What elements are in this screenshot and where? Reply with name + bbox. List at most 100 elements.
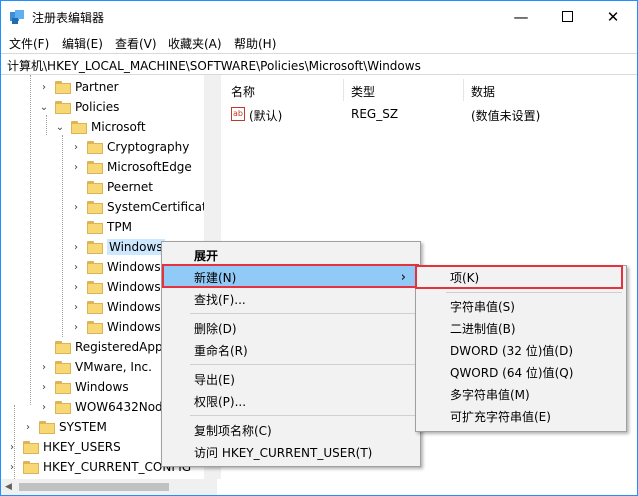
string-value-icon: ab xyxy=(231,107,245,121)
registry-editor-window: 注册表编辑器 — ✕ 文件(F) 编辑(E) 查看(V) 收藏夹(A) 帮助(H… xyxy=(0,0,638,496)
menu-item-find[interactable]: 查找(F)... xyxy=(162,288,418,310)
chevron-right-icon[interactable]: › xyxy=(69,302,83,313)
minimize-icon: — xyxy=(513,7,529,26)
tree-horizontal-scrollbar[interactable]: ◀ xyxy=(1,479,217,495)
menu-view[interactable]: 查看(V) xyxy=(115,35,157,52)
context-menu: 展开 新建(N) › 查找(F)... 删除(D) 重命名(R) 导出(E) 权… xyxy=(161,241,421,467)
tree-node-policies[interactable]: ⌄ Policies xyxy=(37,97,120,117)
tree-node-windows[interactable]: › Windows xyxy=(69,277,161,297)
address-bar[interactable]: 计算机\HKEY_LOCAL_MACHINE\SOFTWARE\Policies… xyxy=(1,53,637,75)
folder-icon xyxy=(23,440,39,454)
folder-icon xyxy=(55,80,71,94)
address-path[interactable]: 计算机\HKEY_LOCAL_MACHINE\SOFTWARE\Policies… xyxy=(7,57,421,74)
folder-icon xyxy=(55,100,71,114)
folder-icon xyxy=(55,360,71,374)
chevron-right-icon[interactable]: › xyxy=(69,322,83,333)
submenu-item-string[interactable]: 字符串值(S) xyxy=(416,295,624,317)
folder-icon xyxy=(87,140,103,154)
tree-node-windows[interactable]: › Windows xyxy=(69,297,161,317)
menu-item-permissions[interactable]: 权限(P)... xyxy=(162,390,418,412)
chevron-right-icon[interactable]: › xyxy=(21,422,35,433)
folder-icon xyxy=(87,160,103,174)
tree-node-vmware[interactable]: › VMware, Inc. xyxy=(37,357,152,377)
tree-node-system[interactable]: › SYSTEM xyxy=(21,417,107,437)
value-data: (数值未设置) xyxy=(471,109,541,123)
chevron-right-icon[interactable]: › xyxy=(69,142,83,153)
chevron-right-icon[interactable]: › xyxy=(5,462,19,473)
close-icon: ✕ xyxy=(606,7,620,26)
column-header-type[interactable]: 类型 xyxy=(351,83,375,100)
chevron-right-icon[interactable]: › xyxy=(37,82,51,93)
tree-node-microsoftedge[interactable]: › MicrosoftEdge xyxy=(69,157,192,177)
minimize-button[interactable]: — xyxy=(498,1,544,32)
column-header-data[interactable]: 数据 xyxy=(471,83,495,100)
tree-node-windows[interactable]: › Windows xyxy=(69,257,161,277)
menu-help[interactable]: 帮助(H) xyxy=(234,35,276,52)
menu-item-expand[interactable]: 展开 xyxy=(162,244,418,266)
tree-node-tpm[interactable]: TPM xyxy=(69,217,132,237)
scroll-thumb[interactable] xyxy=(19,483,169,491)
tree-node-cryptography[interactable]: › Cryptography xyxy=(69,137,189,157)
menu-item-goto-hkcu[interactable]: 访问 HKEY_CURRENT_USER(T) xyxy=(162,441,418,463)
chevron-right-icon[interactable]: › xyxy=(5,442,19,453)
tree-node-wow6432node[interactable]: › WOW6432Node xyxy=(37,397,170,417)
submenu-item-multi-string[interactable]: 多字符串值(M) xyxy=(416,383,624,405)
menu-item-new[interactable]: 新建(N) › xyxy=(162,266,418,288)
folder-icon xyxy=(55,340,71,354)
folder-icon xyxy=(87,180,103,194)
folder-icon xyxy=(87,260,103,274)
submenu-item-expandable-string[interactable]: 可扩充字符串值(E) xyxy=(416,405,624,427)
menu-item-copy-key-name[interactable]: 复制项名称(C) xyxy=(162,419,418,441)
folder-icon xyxy=(23,460,39,474)
chevron-right-icon[interactable]: › xyxy=(37,402,51,413)
chevron-right-icon[interactable]: › xyxy=(69,202,83,213)
registry-app-icon xyxy=(10,10,24,24)
folder-icon xyxy=(87,220,103,234)
value-row[interactable]: ab (默认) REG_SZ (数值未设置) xyxy=(221,105,637,125)
chevron-right-icon[interactable]: › xyxy=(69,282,83,293)
tree-node-partner[interactable]: › Partner xyxy=(37,77,119,97)
menu-favorites[interactable]: 收藏夹(A) xyxy=(168,35,222,52)
chevron-right-icon[interactable]: › xyxy=(69,262,83,273)
folder-icon xyxy=(87,300,103,314)
folder-icon xyxy=(87,200,103,214)
submenu-item-dword[interactable]: DWORD (32 位)值(D) xyxy=(416,339,624,361)
submenu-item-key[interactable]: 项(K) xyxy=(416,266,624,288)
tree-node-windows[interactable]: › Windows xyxy=(37,377,129,397)
tree-node-microsoft[interactable]: ⌄ Microsoft xyxy=(53,117,146,137)
chevron-right-icon[interactable]: › xyxy=(37,382,51,393)
folder-icon xyxy=(87,320,103,334)
window-title: 注册表编辑器 xyxy=(32,11,105,25)
title-bar: 注册表编辑器 — ✕ xyxy=(1,1,637,32)
chevron-down-icon[interactable]: ⌄ xyxy=(37,102,51,113)
folder-icon xyxy=(55,380,71,394)
chevron-right-icon[interactable]: › xyxy=(37,362,51,373)
menu-item-rename[interactable]: 重命名(R) xyxy=(162,339,418,361)
menu-bar: 文件(F) 编辑(E) 查看(V) 收藏夹(A) 帮助(H) xyxy=(1,32,637,53)
menu-edit[interactable]: 编辑(E) xyxy=(62,35,103,52)
tree-node-hkey-users[interactable]: › HKEY_USERS xyxy=(5,437,121,457)
tree-node-peernet[interactable]: Peernet xyxy=(69,177,153,197)
chevron-right-icon[interactable]: › xyxy=(69,242,83,253)
tree-node-windows[interactable]: › Windows xyxy=(69,317,161,337)
maximize-icon xyxy=(561,11,573,22)
folder-icon xyxy=(39,420,55,434)
submenu-item-qword[interactable]: QWORD (64 位)值(Q) xyxy=(416,361,624,383)
tree-node-systemcertificates[interactable]: › SystemCertificates xyxy=(69,197,217,217)
scroll-left-icon[interactable]: ◀ xyxy=(5,482,12,492)
menu-item-export[interactable]: 导出(E) xyxy=(162,368,418,390)
chevron-down-icon[interactable]: ⌄ xyxy=(53,122,67,133)
folder-icon xyxy=(87,280,103,294)
menu-item-delete[interactable]: 删除(D) xyxy=(162,317,418,339)
value-name: (默认) xyxy=(249,109,283,123)
folder-icon xyxy=(87,240,103,254)
close-button[interactable]: ✕ xyxy=(590,1,636,32)
maximize-button[interactable] xyxy=(544,1,590,32)
folder-icon xyxy=(71,120,87,134)
tree-node-windows-selected[interactable]: › Windows xyxy=(69,237,165,257)
menu-file[interactable]: 文件(F) xyxy=(9,35,49,52)
column-header-name[interactable]: 名称 xyxy=(231,83,255,100)
chevron-right-icon[interactable]: › xyxy=(69,162,83,173)
submenu-item-binary[interactable]: 二进制值(B) xyxy=(416,317,624,339)
tree-node-registeredapp[interactable]: RegisteredApp xyxy=(37,337,163,357)
